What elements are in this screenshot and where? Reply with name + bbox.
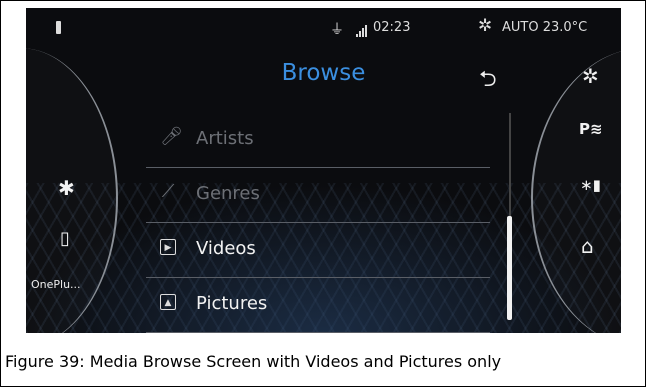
parking-sensor-icon[interactable]: P≋ [579,120,603,138]
list-item-videos[interactable]: ▶ Videos [146,223,490,278]
usb-icon: ⏚ [330,22,344,38]
signal-icon [356,22,368,37]
list-item-label: Videos [196,238,256,259]
bluetooth-battery-icon[interactable]: ∗▮ [580,176,601,194]
device-label[interactable]: OnePlu... [31,278,81,291]
video-icon: ▶ [160,239,176,255]
climate-status[interactable]: AUTO 23.0°C [502,20,587,35]
phone-icon [56,21,61,34]
list-item-label: Artists [196,128,254,149]
list-item-pictures[interactable]: ▲ Pictures [146,278,490,333]
phone-media-icon[interactable]: ▯ [60,228,70,249]
clock: 02:23 [373,20,411,35]
guitar-icon: ⟋ [161,181,175,202]
back-arrow-icon[interactable]: ⮌ [479,62,497,100]
list-item-label: Genres [196,183,260,204]
scrollbar-thumb[interactable] [507,216,512,320]
page-title: Browse [281,60,366,86]
browse-list: 🎤︎ Artists ⟋ Genres ▶ Videos ▲ Pictures [146,113,490,333]
figure-caption: Figure 39: Media Browse Screen with Vide… [5,352,502,371]
microphone-icon: 🎤︎ [160,126,183,147]
list-item-genres[interactable]: ⟋ Genres [146,168,490,223]
fan-icon[interactable]: ✲ [478,16,492,36]
list-item-label: Pictures [196,293,268,314]
fan-icon[interactable]: ✲ [582,64,599,88]
infotainment-screen: ⏚ 02:23 ✲ AUTO 23.0°C Browse ⮌ 🎤︎ Artist… [26,8,621,333]
settings-gear-icon[interactable]: ✱ [58,176,75,200]
status-bar: ⏚ 02:23 ✲ AUTO 23.0°C [26,8,621,48]
home-icon[interactable]: ⌂ [581,234,594,258]
list-item-artists[interactable]: 🎤︎ Artists [146,113,490,168]
picture-icon: ▲ [160,294,176,310]
